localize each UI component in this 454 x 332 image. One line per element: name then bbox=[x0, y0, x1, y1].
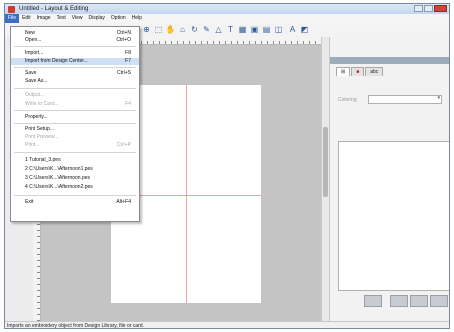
pencil-icon[interactable]: ✎ bbox=[201, 25, 212, 35]
menu-item-print-setup[interactable]: Print Setup... bbox=[11, 126, 139, 133]
menu-item-save[interactable]: Save Ctrl+S bbox=[11, 70, 139, 77]
menu-separator bbox=[14, 195, 136, 196]
menu-edit[interactable]: Edit bbox=[19, 14, 34, 23]
chevron-down-icon: ▾ bbox=[437, 95, 440, 101]
vertical-center-guide bbox=[186, 85, 187, 303]
preview-icon[interactable]: ◩ bbox=[299, 25, 310, 35]
sewing-icon: ⊞ bbox=[341, 69, 346, 75]
menu-separator bbox=[14, 152, 136, 153]
recent-file-1[interactable]: 1 Tutorial_3.pes bbox=[11, 157, 139, 164]
menu-option[interactable]: Option bbox=[108, 14, 129, 23]
text-icon[interactable]: T bbox=[225, 25, 236, 35]
menu-item-new[interactable]: New Ctrl+N bbox=[11, 30, 139, 37]
shape-icon[interactable]: △ bbox=[213, 25, 224, 35]
attributes-panel: ⊞ ■ abc Coloring ▾ bbox=[329, 37, 449, 321]
menu-item-print: Print... Ctrl+P bbox=[25, 142, 131, 148]
panel-tabs: ⊞ ■ abc bbox=[336, 67, 384, 76]
panel-button-4[interactable] bbox=[430, 295, 448, 307]
menu-text[interactable]: Text bbox=[54, 14, 69, 23]
app-icon bbox=[8, 5, 15, 13]
coloring-select[interactable]: ▾ bbox=[368, 95, 442, 104]
font-icon[interactable]: A bbox=[287, 25, 298, 35]
menu-item-import-design-center[interactable]: Import from Design Center... F7 bbox=[11, 58, 139, 65]
grid-icon[interactable]: ▦ bbox=[237, 25, 248, 35]
menu-item-save-as[interactable]: Save As... bbox=[11, 78, 139, 85]
vertical-scrollbar[interactable] bbox=[321, 37, 329, 321]
menu-image[interactable]: Image bbox=[34, 14, 54, 23]
menu-separator bbox=[14, 123, 136, 124]
window-title: Untitled - Layout & Editing bbox=[19, 6, 89, 12]
recent-file-4[interactable]: 4 C:\Users\K...\Afternoon2.pes bbox=[11, 184, 139, 191]
recent-file-2[interactable]: 2 C:\Users\K...\Afternoon1.pes bbox=[11, 166, 139, 173]
file-menu-dropdown: New Ctrl+N Open... Ctrl+O Import... F8 Impo… bbox=[10, 26, 140, 222]
panel-header bbox=[330, 57, 449, 64]
zoom-icon[interactable]: ⊕ bbox=[141, 25, 152, 35]
move-icon[interactable]: ⌂ bbox=[177, 25, 188, 35]
status-bar: Imports an embroidery object from Design… bbox=[5, 321, 449, 328]
tab-sewing[interactable]: ⊞ bbox=[336, 67, 351, 76]
coloring-label: Coloring bbox=[338, 96, 357, 103]
recent-file-3[interactable]: 3 C:\Users\K...\Afternoon.pes bbox=[11, 175, 139, 182]
rotate-icon[interactable]: ↻ bbox=[189, 25, 200, 35]
menu-view[interactable]: View bbox=[69, 14, 86, 23]
menu-separator bbox=[14, 67, 136, 68]
menu-item-open[interactable]: Open... Ctrl+O bbox=[11, 37, 139, 44]
title-bar: Untitled - Layout & Editing bbox=[5, 4, 449, 14]
menu-separator bbox=[14, 46, 136, 47]
coloring-row: Coloring ▾ bbox=[338, 95, 442, 104]
image-icon[interactable]: ▣ bbox=[249, 25, 260, 35]
tab-color[interactable]: ■ bbox=[351, 67, 365, 76]
menu-item-import[interactable]: Import... F8 bbox=[11, 50, 139, 57]
menu-help[interactable]: Help bbox=[129, 14, 145, 23]
thread-list-box[interactable] bbox=[338, 141, 449, 291]
stitch-icon[interactable]: ▤ bbox=[261, 25, 272, 35]
panel-button-1[interactable] bbox=[364, 295, 382, 307]
hand-icon[interactable]: ✋ bbox=[165, 25, 176, 35]
close-button[interactable] bbox=[434, 5, 447, 12]
menu-bar: File Edit Image Text View Display Option… bbox=[5, 14, 449, 23]
menu-item-property[interactable]: Property... bbox=[11, 114, 139, 121]
menu-file[interactable]: File bbox=[5, 14, 20, 23]
arrange-icon[interactable]: ◫ bbox=[273, 25, 284, 35]
menu-item-write-to-card: Write to Card... F4 bbox=[25, 101, 131, 107]
menu-item-output: Output... bbox=[25, 92, 45, 98]
menu-separator bbox=[14, 110, 136, 111]
menu-item-print-preview: Print Preview... bbox=[25, 134, 59, 140]
panel-button-3[interactable] bbox=[410, 295, 428, 307]
tab-text[interactable]: abc bbox=[365, 67, 384, 76]
application-window: Untitled - Layout & Editing File Edit Im… bbox=[4, 3, 450, 329]
menu-display[interactable]: Display bbox=[86, 14, 108, 23]
maximize-button[interactable] bbox=[424, 5, 433, 12]
menu-item-exit[interactable]: Exit Alt+F4 bbox=[11, 199, 139, 206]
menu-separator bbox=[14, 88, 136, 89]
minimize-button[interactable] bbox=[414, 5, 423, 12]
scrollbar-thumb[interactable] bbox=[323, 127, 328, 197]
color-icon: ■ bbox=[356, 69, 360, 75]
panel-button-2[interactable] bbox=[390, 295, 408, 307]
select-icon[interactable]: ⬚ bbox=[153, 25, 164, 35]
